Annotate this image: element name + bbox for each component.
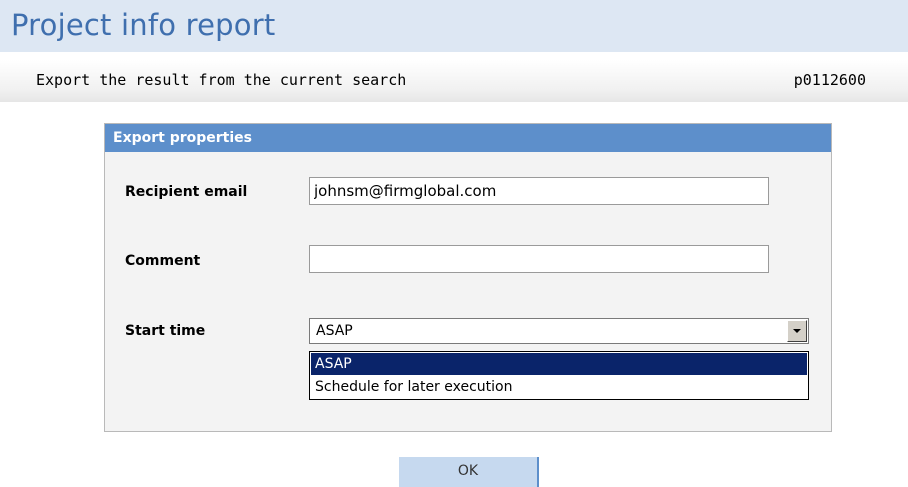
option-schedule-later[interactable]: Schedule for later execution bbox=[311, 376, 807, 398]
start-time-selected-value: ASAP bbox=[316, 323, 353, 339]
option-asap[interactable]: ASAP bbox=[311, 353, 807, 375]
recipient-email-label: Recipient email bbox=[125, 184, 248, 200]
report-id: p0112600 bbox=[793, 71, 866, 89]
page-description: Export the result from the current searc… bbox=[36, 71, 407, 89]
start-time-select[interactable]: ASAP bbox=[309, 318, 809, 344]
start-time-label: Start time bbox=[125, 323, 206, 339]
dropdown-arrow-glyph bbox=[793, 329, 801, 333]
page-title: Project info report bbox=[11, 8, 276, 42]
ok-button[interactable]: OK bbox=[399, 457, 539, 487]
panel-header: Export properties bbox=[105, 124, 831, 152]
start-time-dropdown-list: ASAP Schedule for later execution bbox=[309, 351, 809, 400]
panel-title: Export properties bbox=[113, 130, 252, 146]
recipient-email-input[interactable] bbox=[309, 177, 769, 205]
export-page: Project info report Export the result fr… bbox=[0, 0, 908, 487]
export-properties-panel: Export properties Recipient email Commen… bbox=[104, 123, 832, 432]
comment-input[interactable] bbox=[309, 245, 769, 273]
comment-label: Comment bbox=[125, 253, 201, 269]
chevron-down-icon[interactable] bbox=[787, 320, 807, 342]
